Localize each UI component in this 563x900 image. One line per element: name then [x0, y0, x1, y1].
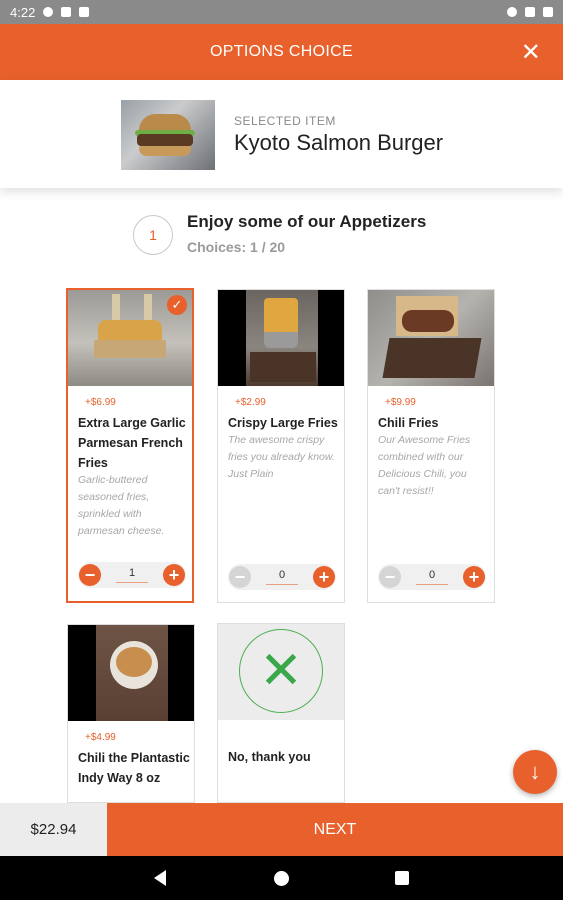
quantity-value[interactable]: 0 [266, 569, 298, 585]
option-name: Chili the Plantastic Indy Way 8 oz [78, 751, 190, 785]
status-bar-right [507, 7, 553, 17]
selected-item-name: Kyoto Salmon Burger [234, 130, 444, 155]
option-price: +$2.99 [235, 397, 266, 408]
option-card-chili-fries[interactable]: +$9.99 Chili Fries Our Awesome Fries com… [367, 289, 495, 603]
message-icon [43, 7, 54, 17]
selected-item-panel: SELECTED ITEM Kyoto Salmon Burger [0, 80, 563, 188]
selected-item-image [121, 100, 215, 170]
quantity-stepper: − 0 + [378, 564, 486, 590]
step-choices-count: Choices: 1 / 20 [187, 239, 286, 255]
option-name: Crispy Large Fries [228, 416, 338, 430]
dialog-title: OPTIONS CHOICE [210, 43, 353, 60]
decrement-button[interactable]: − [379, 566, 401, 588]
increment-button[interactable]: + [163, 564, 185, 586]
option-image [68, 625, 194, 721]
order-total: $22.94 [0, 803, 107, 856]
image-chili [402, 310, 454, 332]
next-button[interactable]: NEXT [107, 803, 563, 856]
option-name: Chili Fries [378, 416, 439, 430]
footer-bar: $22.94 NEXT [0, 803, 563, 856]
quantity-stepper: − 0 + [228, 564, 336, 590]
dialog-header: OPTIONS CHOICE ✕ [0, 24, 563, 80]
option-card-crispy-large-fries[interactable]: +$2.99 Crispy Large Fries The awesome cr… [217, 289, 345, 603]
scroll-down-button[interactable]: ↓ [513, 750, 557, 794]
back-icon[interactable] [154, 870, 166, 886]
selected-item-label: SELECTED ITEM [234, 114, 336, 128]
image-tray [94, 340, 166, 358]
image-chili [116, 647, 152, 677]
system-nav-bar [0, 856, 563, 900]
decline-image: ✕ [218, 624, 344, 720]
increment-button[interactable]: + [463, 566, 485, 588]
option-price: +$4.99 [85, 732, 116, 743]
option-card-no-thank-you[interactable]: ✕ No, thank you [217, 623, 345, 803]
home-icon[interactable] [274, 871, 289, 886]
quantity-value[interactable]: 1 [116, 567, 148, 583]
option-description: Garlic-buttered seasoned fries, sprinkle… [78, 474, 165, 537]
option-card-chili-plantastic[interactable]: +$4.99 Chili the Plantastic Indy Way 8 o… [67, 624, 195, 803]
option-description: The awesome crispy fries you already kno… [228, 434, 335, 480]
step-title: Enjoy some of our Appetizers [187, 212, 427, 231]
image-cup [264, 332, 298, 348]
option-price: +$9.99 [385, 397, 416, 408]
image-board [250, 352, 316, 382]
option-price: +$6.99 [85, 397, 116, 408]
recents-icon[interactable] [395, 871, 409, 885]
option-image [218, 290, 344, 386]
option-name: Extra Large Garlic Parmesan French Fries [78, 416, 186, 470]
step-number-badge: 1 [133, 215, 173, 255]
option-description: Our Awesome Fries combined with our Deli… [378, 434, 471, 497]
quantity-stepper: − 1 + [78, 562, 186, 588]
quantity-value[interactable]: 0 [416, 569, 448, 585]
option-name: No, thank you [228, 750, 311, 764]
wifi-icon [507, 7, 517, 17]
arrow-down-icon: ↓ [529, 759, 541, 784]
decrement-button[interactable]: − [229, 566, 251, 588]
burger-patty [137, 134, 193, 146]
image-fries [264, 298, 298, 336]
battery-icon [543, 7, 553, 17]
sim-icon [61, 7, 72, 17]
status-bar: 4:22 [0, 0, 563, 24]
signal-icon [525, 7, 535, 17]
increment-button[interactable]: + [313, 566, 335, 588]
option-card-garlic-parmesan-fries[interactable]: ✓ +$6.99 Extra Large Garlic Parmesan Fre… [66, 288, 194, 603]
decrement-button[interactable]: − [79, 564, 101, 586]
status-bar-left: 4:22 [10, 4, 90, 20]
x-icon: ✕ [239, 629, 323, 713]
close-icon[interactable]: ✕ [517, 38, 545, 66]
image-board [382, 338, 482, 378]
status-time: 4:22 [10, 4, 36, 20]
notification-icon [79, 7, 90, 17]
selected-check-icon: ✓ [167, 295, 187, 315]
option-image [368, 290, 494, 386]
burger-bun-bottom [139, 146, 191, 156]
